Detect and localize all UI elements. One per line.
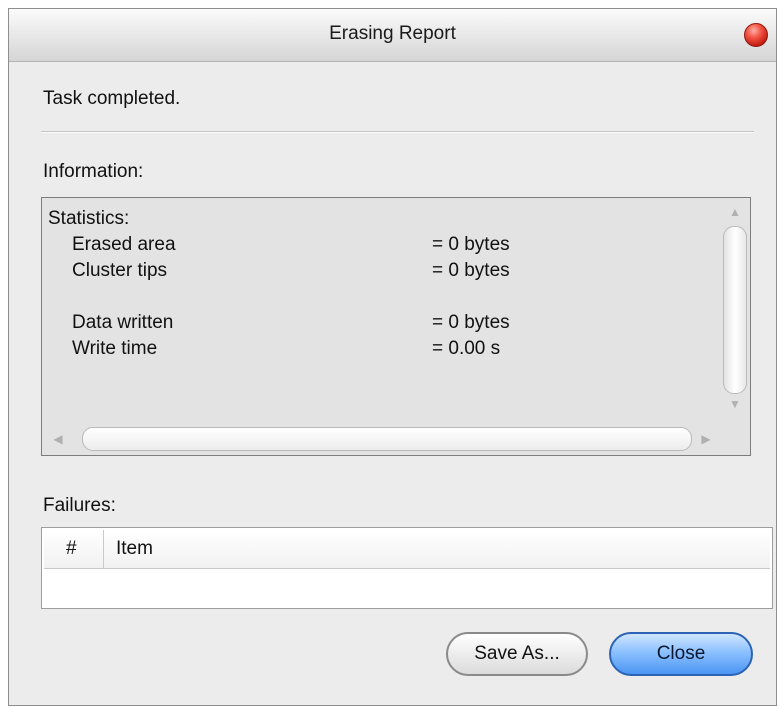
chevron-down-icon[interactable]: ▼: [722, 392, 748, 416]
stat-label: Data written: [72, 312, 174, 333]
save-as-button[interactable]: Save As...: [446, 632, 588, 676]
table-header: # Item: [44, 530, 770, 569]
stat-row-write-time: Write time = 0.00 s: [48, 336, 648, 362]
stat-label: Write time: [72, 338, 158, 359]
chevron-right-icon[interactable]: ▶: [692, 425, 720, 453]
statistics-heading: Statistics:: [48, 208, 130, 229]
stat-row-data-written: Data written = 0 bytes: [48, 310, 648, 336]
information-label: Information:: [43, 161, 144, 182]
vertical-scrollbar[interactable]: ▲ ▼: [722, 200, 748, 416]
divider: [41, 131, 754, 133]
close-button[interactable]: Close: [609, 632, 753, 676]
information-textbox[interactable]: Statistics: Erased area = 0 bytes Cluste…: [41, 197, 751, 456]
chevron-left-icon[interactable]: ◀: [44, 425, 72, 453]
title-bar: Erasing Report: [9, 9, 776, 62]
erasing-report-window: Erasing Report Task completed. Informati…: [8, 8, 777, 706]
column-header-item[interactable]: Item: [116, 530, 153, 568]
chevron-up-icon[interactable]: ▲: [722, 200, 748, 224]
failures-table[interactable]: # Item: [41, 527, 773, 609]
status-message: Task completed.: [43, 88, 181, 109]
failures-label: Failures:: [43, 495, 116, 516]
statistics-content: Statistics: Erased area = 0 bytes Cluste…: [48, 206, 648, 362]
stat-label: Cluster tips: [72, 260, 168, 281]
column-header-number[interactable]: #: [44, 530, 104, 568]
stat-label: Erased area: [72, 234, 176, 255]
close-icon[interactable]: [744, 23, 768, 47]
stat-value: = 0 bytes: [432, 312, 510, 333]
stat-value: = 0 bytes: [432, 260, 510, 281]
stat-value: = 0 bytes: [432, 234, 510, 255]
stat-value: = 0.00 s: [432, 338, 501, 359]
scroll-corner: [722, 425, 748, 453]
window-title: Erasing Report: [329, 23, 456, 44]
horizontal-scrollbar[interactable]: ◀ ▶: [44, 425, 720, 453]
horizontal-scroll-thumb[interactable]: [82, 427, 692, 451]
stat-row-erased-area: Erased area = 0 bytes: [48, 232, 648, 258]
vertical-scroll-thumb[interactable]: [723, 226, 747, 394]
stat-row-cluster-tips: Cluster tips = 0 bytes: [48, 258, 648, 284]
